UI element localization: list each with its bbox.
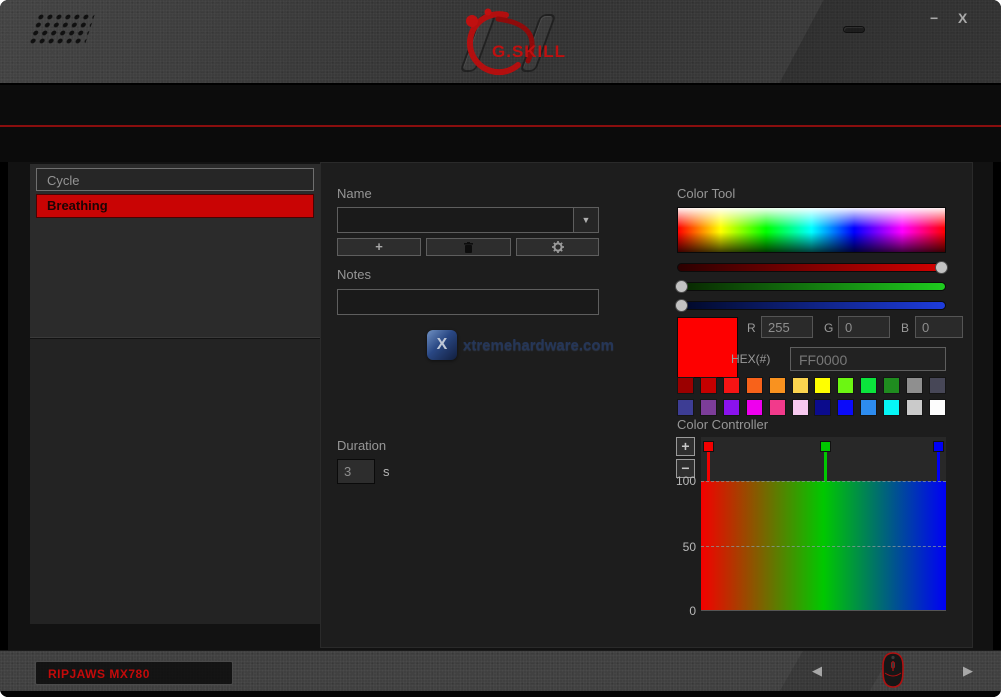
color-swatch[interactable] bbox=[860, 377, 877, 394]
color-swatch[interactable] bbox=[860, 399, 877, 416]
brand-text: G.SKILL bbox=[492, 42, 566, 61]
minimize-button[interactable]: − bbox=[930, 10, 938, 26]
r-label: R bbox=[747, 321, 756, 335]
red-slider[interactable] bbox=[677, 263, 946, 272]
color-swatch[interactable] bbox=[677, 377, 694, 394]
swatch-row-2 bbox=[677, 399, 946, 416]
gradient-stop-green[interactable] bbox=[820, 441, 831, 452]
plus-icon: + bbox=[375, 240, 383, 254]
app-window: G.SKILL − X MACROS LIGHTING PROFILES G W… bbox=[0, 0, 1001, 697]
notes-value bbox=[338, 290, 598, 295]
y-axis-tick: 100 bbox=[664, 474, 696, 488]
color-swatch[interactable] bbox=[700, 399, 717, 416]
add-stop-button[interactable]: + bbox=[676, 437, 695, 456]
color-swatch[interactable] bbox=[814, 399, 831, 416]
color-swatch[interactable] bbox=[883, 399, 900, 416]
b-input[interactable]: 0 bbox=[915, 316, 963, 338]
speaker-grille-decoration bbox=[29, 14, 95, 44]
mouse-icon[interactable] bbox=[876, 651, 910, 690]
color-controller-title: Color Controller bbox=[677, 417, 768, 432]
gradient-stop-red[interactable] bbox=[703, 441, 714, 452]
duration-label: Duration bbox=[337, 438, 386, 453]
close-button[interactable]: X bbox=[958, 10, 967, 26]
gskill-logo: G.SKILL bbox=[432, 5, 582, 80]
profile-list-panel-lower bbox=[30, 339, 320, 624]
notes-label: Notes bbox=[337, 267, 371, 282]
color-swatch[interactable] bbox=[929, 377, 946, 394]
color-swatch[interactable] bbox=[723, 399, 740, 416]
duration-input[interactable]: 3 bbox=[337, 459, 375, 484]
y-axis-tick: 50 bbox=[664, 540, 696, 554]
hex-input[interactable]: FF0000 bbox=[790, 347, 946, 371]
name-dropdown-value bbox=[338, 208, 598, 213]
color-preview bbox=[677, 317, 738, 378]
watermark-logo: X bbox=[427, 330, 457, 360]
g-input[interactable]: 0 bbox=[838, 316, 890, 338]
b-label: B bbox=[901, 321, 909, 335]
profile-item-breathing[interactable]: Breathing bbox=[36, 194, 314, 218]
name-label: Name bbox=[337, 186, 372, 201]
gridline-50 bbox=[701, 546, 946, 547]
blue-slider[interactable] bbox=[677, 301, 946, 310]
header-decoration bbox=[778, 0, 1001, 85]
green-slider[interactable] bbox=[677, 282, 946, 291]
hex-label: HEX(#) bbox=[731, 352, 770, 366]
prev-device-button[interactable]: ◀ bbox=[812, 663, 822, 679]
app-screen: G.SKILL − X MACROS LIGHTING PROFILES G W… bbox=[0, 0, 1001, 697]
blue-slider-handle[interactable] bbox=[675, 299, 688, 312]
duration-unit-label: s bbox=[383, 464, 390, 479]
color-swatch[interactable] bbox=[792, 377, 809, 394]
color-swatch[interactable] bbox=[814, 377, 831, 394]
color-swatch[interactable] bbox=[883, 377, 900, 394]
color-swatch[interactable] bbox=[700, 377, 717, 394]
watermark-text: xtremehardware.com bbox=[463, 337, 614, 354]
green-slider-handle[interactable] bbox=[675, 280, 688, 293]
color-swatch[interactable] bbox=[769, 377, 786, 394]
swatch-row-1 bbox=[677, 377, 946, 394]
color-swatch[interactable] bbox=[837, 399, 854, 416]
r-input[interactable]: 255 bbox=[761, 316, 813, 338]
next-device-button[interactable]: ▶ bbox=[963, 663, 973, 679]
color-swatch[interactable] bbox=[769, 399, 786, 416]
logo-dot-icon bbox=[485, 9, 492, 16]
name-dropdown[interactable]: ▼ bbox=[337, 207, 599, 233]
main-tab-bar: MACROS LIGHTING PROFILES G W bbox=[0, 85, 1001, 125]
color-swatch[interactable] bbox=[929, 399, 946, 416]
profile-item-cycle[interactable]: Cycle bbox=[36, 168, 314, 191]
color-swatch[interactable] bbox=[906, 399, 923, 416]
gradient-stop-blue[interactable] bbox=[933, 441, 944, 452]
color-swatch[interactable] bbox=[677, 399, 694, 416]
add-profile-button[interactable]: + bbox=[337, 238, 421, 256]
delete-profile-button[interactable] bbox=[426, 238, 511, 256]
gear-icon bbox=[552, 241, 564, 253]
device-name-box: RIPJAWS MX780 bbox=[35, 661, 233, 685]
color-swatch[interactable] bbox=[746, 377, 763, 394]
gradient-stop-stem bbox=[937, 452, 940, 481]
color-tool-title: Color Tool bbox=[677, 186, 735, 201]
window-bottom-edge bbox=[0, 691, 1001, 697]
y-axis-tick: 0 bbox=[664, 604, 696, 618]
profile-settings-button[interactable] bbox=[516, 238, 599, 256]
title-bar: G.SKILL − X bbox=[0, 0, 1001, 85]
hue-saturation-picker[interactable] bbox=[677, 207, 946, 253]
color-swatch[interactable] bbox=[792, 399, 809, 416]
gradient-stop-stem bbox=[824, 452, 827, 481]
color-swatch[interactable] bbox=[906, 377, 923, 394]
chevron-down-icon[interactable]: ▼ bbox=[573, 208, 598, 232]
color-swatch[interactable] bbox=[723, 377, 740, 394]
color-swatch[interactable] bbox=[837, 377, 854, 394]
red-slider-handle[interactable] bbox=[935, 261, 948, 274]
gradient-stop-stem bbox=[707, 452, 710, 481]
sub-tab-bar: CUSTOMIZE SETTING LIGHTING bbox=[0, 127, 1001, 162]
color-swatch[interactable] bbox=[746, 399, 763, 416]
gridline-100 bbox=[701, 481, 946, 482]
trash-icon bbox=[464, 242, 473, 253]
notes-input[interactable] bbox=[337, 289, 599, 315]
gradient-stop-track[interactable] bbox=[701, 437, 946, 481]
logo-dot-icon bbox=[466, 15, 478, 27]
device-name: RIPJAWS MX780 bbox=[36, 662, 232, 681]
g-label: G bbox=[824, 321, 833, 335]
header-decoration bbox=[843, 26, 865, 33]
